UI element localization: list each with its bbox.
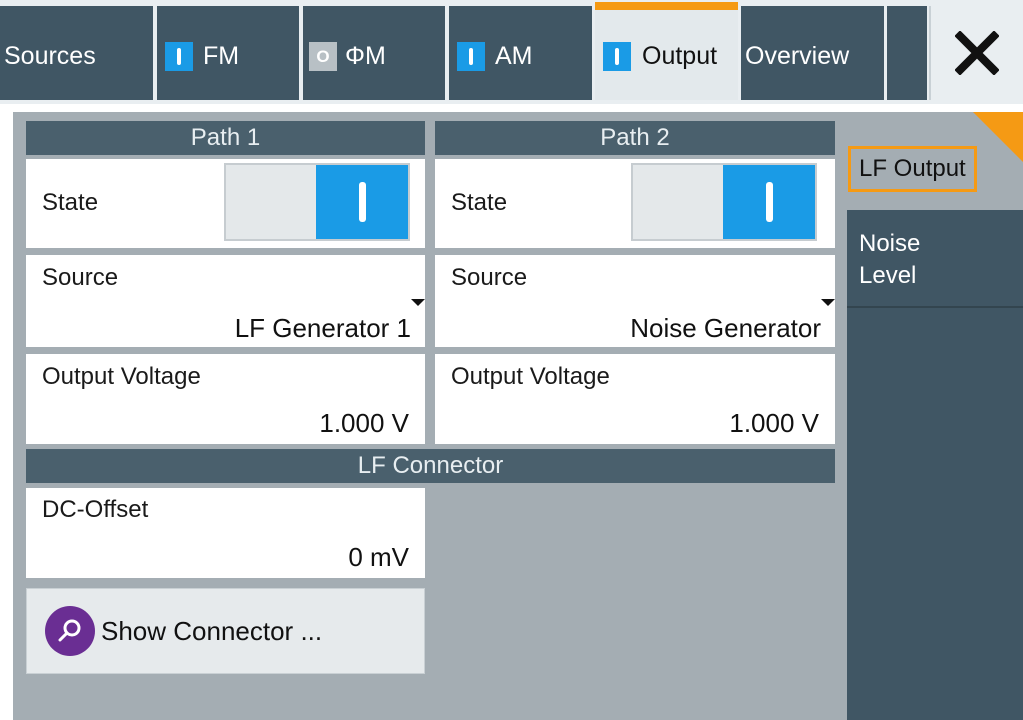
path2-state-row: State [435,159,835,248]
tab-sources[interactable]: Sources [0,6,153,100]
on-indicator-icon [603,42,631,71]
side-nav-lf-output[interactable]: LF Output [835,112,1023,210]
path2-header: Path 2 [435,121,835,155]
path1-header: Path 1 [26,121,425,155]
path1-state-toggle[interactable] [224,163,410,241]
tab-fm[interactable]: FM [157,6,299,100]
tab-overview[interactable]: Overview [741,6,884,100]
close-button[interactable] [929,6,1023,100]
dropdown-arrow-icon [411,299,425,306]
tab-bar: Sources FM O ΦM AM Output Overview [0,0,1023,104]
search-icon [45,606,95,656]
side-nav-active-label: LF Output [848,146,977,192]
voltage-label: Output Voltage [42,363,201,390]
dc-offset-field[interactable]: DC-Offset 0 mV [26,488,425,578]
side-nav-label-line2: Level [859,262,917,289]
voltage-value: 1.000 V [319,408,409,438]
output-settings-panel: Path 1 State Source LF Generator 1 Outpu… [13,112,1023,720]
source-value: Noise Generator [630,313,821,343]
close-icon [955,31,999,75]
path1-state-row: State [26,159,425,248]
show-connector-button[interactable]: Show Connector ... [26,588,425,674]
dropdown-arrow-icon [821,299,835,306]
tab-label: FM [203,42,240,70]
state-label: State [451,189,508,216]
on-indicator-icon [457,42,485,71]
tab-label: AM [495,42,533,70]
off-indicator-icon: O [309,42,337,71]
path1-voltage-field[interactable]: Output Voltage 1.000 V [26,354,425,444]
active-corner-marker [973,112,1023,162]
path2-source-select[interactable]: Source Noise Generator [435,255,835,347]
on-indicator-icon [165,42,193,71]
path2-voltage-field[interactable]: Output Voltage 1.000 V [435,354,835,444]
active-tab-accent [595,2,738,10]
source-value: LF Generator 1 [234,313,411,343]
dc-offset-label: DC-Offset [42,496,149,523]
toggle-on-knob [723,165,815,239]
lf-connector-header: LF Connector [26,449,835,483]
tab-phim[interactable]: O ΦM [303,6,445,100]
source-label: Source [42,264,119,291]
tab-spacer [887,6,927,100]
voltage-label: Output Voltage [451,363,610,390]
state-label: State [42,189,99,216]
tab-label: Output [642,42,718,70]
path2-state-toggle[interactable] [631,163,817,241]
tab-am[interactable]: AM [449,6,592,100]
tab-label: ΦM [345,42,386,70]
voltage-value: 1.000 V [729,408,819,438]
tab-output[interactable]: Output [595,2,738,100]
dc-offset-value: 0 mV [348,542,409,572]
side-nav-label-line1: Noise [859,230,921,257]
path1-source-select[interactable]: Source LF Generator 1 [26,255,425,347]
tab-label: Sources [4,42,96,70]
tab-label: Overview [745,42,850,70]
show-connector-label: Show Connector ... [101,615,323,646]
side-nav-background [847,308,1023,720]
side-nav-noise-level[interactable]: Noise Level [847,210,1023,308]
toggle-on-knob [316,165,408,239]
source-label: Source [451,264,528,291]
